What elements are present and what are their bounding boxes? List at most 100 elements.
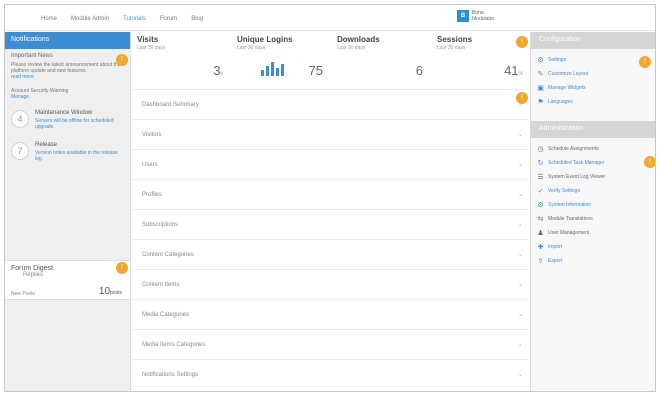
panel-label: Content Categories bbox=[142, 251, 194, 258]
admin-item-schedule[interactable]: ◷ Schedule Assignments bbox=[531, 142, 655, 156]
spark-bar bbox=[281, 64, 284, 76]
translate-icon: ⇆ bbox=[537, 216, 544, 223]
top-nav: Home Module Admin Tutorials Forum Blog bbox=[41, 16, 203, 22]
spark-bar bbox=[271, 62, 274, 76]
nav-forum[interactable]: Forum bbox=[160, 16, 177, 22]
admin-item-system-info[interactable]: ⚙ System Information bbox=[531, 198, 655, 212]
nav-module-admin[interactable]: Module Admin bbox=[71, 16, 109, 22]
panel-notifications-settings[interactable]: Notifications Settings ⌄ bbox=[131, 359, 529, 389]
users-icon: ♟ bbox=[537, 230, 544, 237]
panel-label: Visitors bbox=[142, 131, 162, 138]
stat-sub: Last 30 days bbox=[437, 45, 466, 51]
stat-card-visits[interactable]: Visits Last 30 days 3k bbox=[131, 32, 231, 86]
admin-item-tasks[interactable]: ↻ Scheduled Task Manager bbox=[531, 156, 655, 170]
notifications-header: Notifications bbox=[5, 32, 130, 49]
config-item-languages[interactable]: ⚑ Languages bbox=[531, 95, 655, 109]
read-more-link[interactable]: read more bbox=[11, 74, 124, 80]
forum-label: New Posts bbox=[11, 291, 35, 297]
admin-item-label: User Management bbox=[548, 230, 590, 236]
admin-item-translations[interactable]: ⇆ Module Translations bbox=[531, 212, 655, 226]
panel-label: Profiles bbox=[142, 191, 163, 198]
panel-label: Content Items bbox=[142, 281, 180, 288]
date-circle-icon: 4 bbox=[11, 110, 29, 128]
spark-bar bbox=[261, 70, 264, 76]
config-item-label: Customize Layout bbox=[548, 71, 589, 77]
config-item-label: Manage Widgets bbox=[548, 85, 586, 91]
admin-item-label: Scheduled Task Manager bbox=[548, 160, 605, 166]
stat-card-unique-logins[interactable]: Unique Logins Last 30 days 75 bbox=[231, 32, 331, 86]
news-item[interactable]: 4 Maintenance Window Servers will be off… bbox=[5, 104, 130, 136]
admin-item-label: Import bbox=[548, 244, 563, 250]
panel-content-items[interactable]: Content Items ⌄ bbox=[131, 269, 529, 299]
admin-item-label: Verify Settings bbox=[548, 188, 580, 194]
config-item-widgets[interactable]: ▣ Manage Widgets bbox=[531, 81, 655, 95]
admin-item-event-log[interactable]: ☰ System Event Log Viewer bbox=[531, 170, 655, 184]
window-frame: Home Module Admin Tutorials Forum Blog B… bbox=[4, 4, 656, 392]
stat-name: Visits bbox=[137, 35, 159, 44]
administration-title: Administration bbox=[539, 125, 584, 132]
pencil-icon: ✎ bbox=[537, 71, 544, 78]
top-bar: Home Module Admin Tutorials Forum Blog B… bbox=[5, 5, 655, 31]
config-item-customize[interactable]: ✎ Customize Layout bbox=[531, 67, 655, 81]
nav-tutorials[interactable]: Tutorials bbox=[123, 16, 146, 22]
config-item-label: Languages bbox=[548, 99, 573, 105]
tools-icon: ✓ bbox=[537, 188, 544, 195]
brand-logo[interactable]: B Bona Modulator bbox=[457, 10, 500, 22]
stat-value: 3k bbox=[213, 63, 223, 78]
panel-dashboard-summary[interactable]: Dashboard Summary ⌄ bbox=[131, 89, 529, 119]
help-badge-icon[interactable]: ! bbox=[116, 54, 128, 66]
panel-label: Media Categories bbox=[142, 311, 190, 318]
right-sidebar: Configuration ! ⚙ Settings ✎ Customize Lay… bbox=[530, 32, 655, 391]
admin-badge-icon[interactable]: ! bbox=[644, 156, 655, 168]
panel-subscriptions[interactable]: Subscriptions ⌄ bbox=[131, 209, 529, 239]
admin-item-label: Schedule Assignments bbox=[548, 146, 599, 152]
config-item-settings[interactable]: ⚙ Settings bbox=[531, 53, 655, 67]
chevron-down-icon: ⌄ bbox=[517, 132, 523, 138]
stat-value: 75 bbox=[308, 63, 323, 78]
forum-digest[interactable]: Forum Digest Replies New Posts 10posts bbox=[5, 260, 130, 300]
panel-users[interactable]: Users ⌄ bbox=[131, 149, 529, 179]
config-badge-icon[interactable]: ! bbox=[639, 56, 651, 68]
config-list: ⚙ Settings ✎ Customize Layout ▣ Manage Widg… bbox=[531, 49, 655, 109]
forum-subtitle: Replies bbox=[23, 272, 44, 278]
security-link[interactable]: Manage bbox=[11, 94, 124, 100]
news-block-title: Important News bbox=[11, 53, 54, 59]
stat-name: Downloads bbox=[337, 35, 380, 44]
main-content: Visits Last 30 days 3k Unique Logins Las… bbox=[131, 32, 529, 391]
panel-label: Users bbox=[142, 161, 158, 168]
panel-badge-icon[interactable]: ! bbox=[516, 92, 528, 104]
security-block: Account Security Warning Manage bbox=[5, 84, 130, 104]
stat-value: 6 bbox=[415, 63, 423, 78]
chevron-down-icon: ⌄ bbox=[517, 372, 523, 378]
admin-item-verify[interactable]: ✓ Verify Settings bbox=[531, 184, 655, 198]
admin-item-label: Export bbox=[548, 258, 563, 264]
configuration-title: Configuration bbox=[539, 36, 581, 43]
forum-count: 10posts bbox=[98, 286, 122, 297]
news-item[interactable]: 7 Release Version notes available in the… bbox=[5, 136, 130, 168]
refresh-icon: ↻ bbox=[537, 160, 544, 167]
nav-blog[interactable]: Blog bbox=[191, 16, 203, 22]
forum-badge-icon[interactable]: ! bbox=[116, 262, 128, 274]
chevron-down-icon: ⌄ bbox=[517, 282, 523, 288]
panel-label: Subscriptions bbox=[142, 221, 179, 228]
panel-content-categories[interactable]: Content Categories ⌄ bbox=[131, 239, 529, 269]
admin-item-export[interactable]: ⇪ Export bbox=[531, 254, 655, 268]
stats-badge-icon[interactable]: ! bbox=[516, 36, 528, 48]
chevron-down-icon: ⌄ bbox=[517, 342, 523, 348]
stat-card-downloads[interactable]: Downloads Last 30 days 6 bbox=[331, 32, 431, 86]
stat-name: Unique Logins bbox=[237, 35, 293, 44]
admin-item-label: System Information bbox=[548, 202, 592, 208]
admin-item-import[interactable]: ✚ Import bbox=[531, 240, 655, 254]
panel-label: Media Items Categories bbox=[142, 341, 206, 348]
admin-item-label: System Event Log Viewer bbox=[548, 174, 606, 180]
admin-item-users[interactable]: ♟ User Management bbox=[531, 226, 655, 240]
nav-home[interactable]: Home bbox=[41, 16, 57, 22]
panel-profiles[interactable]: Profiles ⌄ bbox=[131, 179, 529, 209]
panel-media-items-categories[interactable]: Media Items Categories ⌄ bbox=[131, 329, 529, 359]
panel-visitors[interactable]: Visitors ⌄ bbox=[131, 119, 529, 149]
stat-value: 41% bbox=[504, 63, 523, 78]
panel-media-categories[interactable]: Media Categories ⌄ bbox=[131, 299, 529, 329]
stat-name: Sessions bbox=[437, 35, 473, 44]
notifications-title: Notifications bbox=[11, 36, 50, 43]
news-item-title: Maintenance Window bbox=[35, 110, 93, 116]
